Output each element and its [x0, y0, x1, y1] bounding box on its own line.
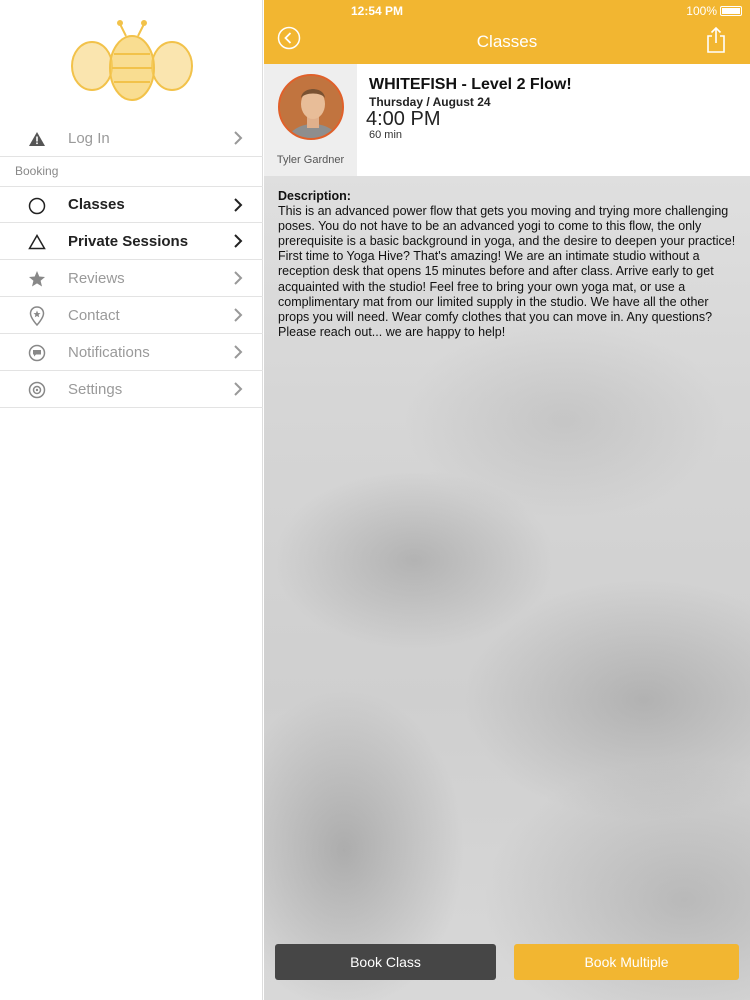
gear-icon [27, 380, 47, 400]
sidebar-item-label: Notifications [68, 343, 150, 361]
sidebar-item-label: Classes [68, 196, 125, 213]
class-title: WHITEFISH - Level 2 Flow! [369, 76, 572, 93]
battery-percent: 100% [686, 4, 717, 18]
chevron-right-icon [234, 198, 243, 212]
book-class-button[interactable]: Book Class [275, 944, 496, 980]
nav-bar: 12:54 PM 100% Classes [264, 0, 750, 64]
login-menu-item[interactable]: Log In [0, 120, 263, 157]
class-time: 4:00 PM [366, 108, 441, 130]
battery-status: 100% [686, 4, 742, 18]
sidebar-item-label: Settings [68, 380, 123, 398]
class-description: Description: This is an advanced power f… [278, 189, 740, 340]
class-header-card: Tyler Gardner WHITEFISH - Level 2 Flow! … [264, 64, 750, 176]
chevron-right-icon [234, 382, 243, 396]
sidebar-item-reviews[interactable]: Reviews [0, 260, 263, 297]
instructor-avatar [278, 74, 344, 140]
map-pin-icon [27, 306, 47, 326]
booking-section-label: Booking [15, 164, 59, 178]
circle-icon [27, 196, 47, 216]
sidebar-item-private-sessions[interactable]: Private Sessions [0, 223, 263, 260]
book-multiple-button[interactable]: Book Multiple [514, 944, 739, 980]
login-label: Log In [68, 129, 110, 147]
battery-icon [720, 6, 742, 16]
instructor-name: Tyler Gardner [276, 154, 345, 166]
yoga-hive-bee-logo [71, 20, 193, 101]
sidebar-item-settings[interactable]: Settings [0, 371, 263, 408]
instructor-panel[interactable]: Tyler Gardner [264, 64, 357, 176]
sidebar-item-notifications[interactable]: Notifications [0, 334, 263, 371]
chevron-right-icon [234, 131, 243, 145]
chevron-right-icon [234, 234, 243, 248]
chevron-right-icon [234, 271, 243, 285]
warning-icon [27, 129, 47, 149]
status-time: 12:54 PM [350, 4, 404, 18]
class-date: Thursday / August 24 [369, 95, 491, 109]
sidebar-item-label: Reviews [68, 269, 125, 287]
class-duration: 60 min [369, 129, 403, 141]
triangle-icon [27, 232, 47, 252]
star-icon [27, 269, 47, 289]
sidebar-item-contact[interactable]: Contact [0, 297, 263, 334]
chat-bubble-icon [27, 343, 47, 363]
nav-title: Classes [476, 32, 538, 51]
class-detail-panel: 12:54 PM 100% Classes Tyler Gardner WHIT… [264, 0, 750, 1000]
sidebar-item-classes[interactable]: Classes [0, 186, 263, 223]
chevron-right-icon [234, 308, 243, 322]
sidebar-item-label: Private Sessions [68, 232, 189, 250]
chevron-right-icon [234, 345, 243, 359]
description-text: This is an advanced power flow that gets… [278, 204, 736, 339]
description-label: Description: [278, 189, 351, 203]
sidebar-item-label: Contact [68, 306, 120, 324]
share-icon[interactable] [706, 27, 726, 53]
sidebar: Log In Booking Classes Private Sessions … [0, 0, 263, 1000]
